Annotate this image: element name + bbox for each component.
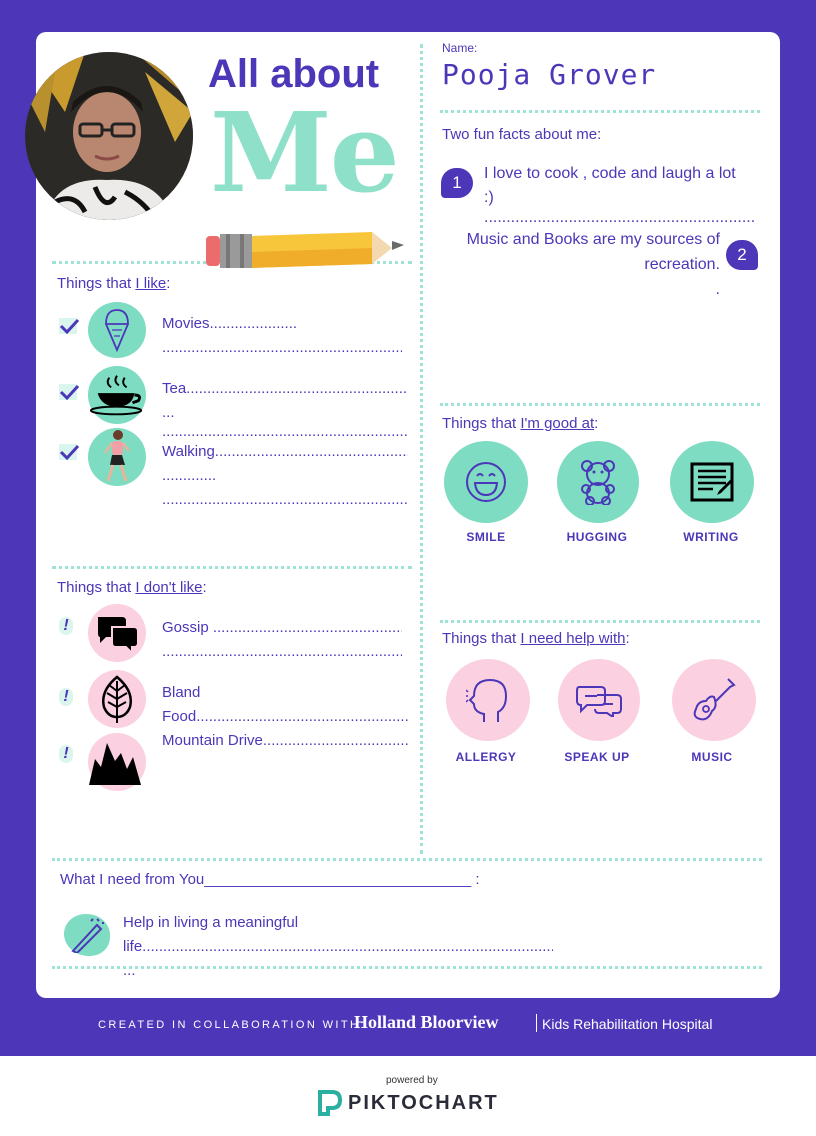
page-title-me: Me <box>210 88 400 217</box>
check-icon <box>59 318 80 335</box>
like-3-line-1: Walking.................................… <box>162 443 408 460</box>
pencil-icon <box>206 230 406 275</box>
like-item-2: Tea.....................................… <box>162 377 408 439</box>
fact-number-2: 2 <box>737 245 747 264</box>
fact-2-line-3: . <box>715 281 720 298</box>
fact-1-line-3: ........................................… <box>484 210 754 226</box>
exclamation-icon: ! <box>59 617 73 635</box>
divider-name-bottom <box>440 110 760 113</box>
likes-heading-suffix: : <box>166 275 171 292</box>
guitar-icon <box>672 659 756 741</box>
walking-person-icon <box>88 428 146 486</box>
fact-badge-1: 1 <box>441 168 473 198</box>
writing-icon <box>670 441 754 523</box>
skill-label-smile: SMILE <box>466 530 506 544</box>
exclamation-icon: ! <box>59 688 73 706</box>
leaf-icon <box>88 670 146 728</box>
fact-2-line-2: recreation. <box>644 256 720 273</box>
fact-1-line-2: :) <box>484 189 494 206</box>
divider-vertical <box>420 44 423 854</box>
help-with-heading-suffix: : <box>625 630 630 647</box>
dislike-item-2: Bland Food..............................… <box>162 681 408 729</box>
likes-heading: Things that I like: <box>57 275 170 292</box>
logo-divider <box>536 1014 537 1032</box>
like-item-1: Movies..................... ............… <box>162 312 402 360</box>
need-line-2: life....................................… <box>123 938 553 955</box>
piktochart-logo-icon <box>318 1090 343 1121</box>
fact-1-text: I love to cook , code and laugh a lot :)… <box>484 162 754 226</box>
like-1-line-2: ........................................… <box>162 339 402 356</box>
smile-icon <box>444 441 528 523</box>
hospital-name: Kids Rehabilitation Hospital <box>542 1016 713 1032</box>
need-text: Help in living a meaningful life........… <box>123 911 553 983</box>
help-with-heading-link: I need help with <box>520 630 626 647</box>
dislike-2-line-1: Bland <box>162 684 201 701</box>
like-2-line-2: ... <box>162 404 175 421</box>
dislike-2-line-2: Food....................................… <box>162 708 408 725</box>
head-sneeze-icon <box>446 659 530 741</box>
dislike-1-line-1: Gossip .................................… <box>162 619 402 636</box>
help-with-heading: Things that I need help with: <box>442 630 630 647</box>
mountains-icon <box>88 733 146 791</box>
speech-bubbles-icon <box>558 659 640 741</box>
good-at-heading-prefix: Things that <box>442 415 521 432</box>
like-2-line-3: ........................................… <box>162 425 408 439</box>
fun-facts-heading: Two fun facts about me: <box>442 126 602 143</box>
fact-2-line-1: Music and Books are my sources of <box>466 231 720 248</box>
likes-heading-prefix: Things that <box>57 275 136 292</box>
fact-badge-2: 2 <box>726 240 758 270</box>
dislike-3-line-1: Mountain Drive..........................… <box>162 732 408 749</box>
help-with-heading-prefix: Things that <box>442 630 521 647</box>
tea-cup-icon <box>88 366 146 424</box>
dislike-item-1: Gossip .................................… <box>162 616 402 664</box>
help-label-allergy: ALLERGY <box>455 750 517 764</box>
need-line-1: Help in living a meaningful <box>123 914 299 931</box>
divider-need-top <box>52 858 762 861</box>
name-value: Pooja Grover <box>442 58 657 91</box>
help-label-music: MUSIC <box>691 750 733 764</box>
divider-dislikes-top <box>52 566 412 569</box>
chat-bubbles-icon <box>88 604 146 662</box>
like-1-line-1: Movies..................... <box>162 315 298 332</box>
need-line-3: ... <box>123 962 136 979</box>
need-heading: What I need from You____________________… <box>60 871 480 888</box>
good-at-heading: Things that I'm good at: <box>442 415 598 432</box>
fact-2-text: Music and Books are my sources of recrea… <box>446 227 720 302</box>
help-label-speak-up: SPEAK UP <box>564 750 630 764</box>
collaboration-label: CREATED IN COLLABORATION WITH: <box>98 1019 366 1031</box>
skill-label-writing: WRITING <box>683 530 739 544</box>
exclamation-icon: ! <box>59 745 73 763</box>
skill-label-hugging: HUGGING <box>566 530 628 544</box>
like-3-line-2: ............. <box>162 467 217 484</box>
holland-bloorview-logo: Holland Bloorview <box>354 1012 499 1032</box>
fact-1-line-1: I love to cook , code and laugh a lot <box>484 165 736 182</box>
dislike-1-line-2: ........................................… <box>162 643 402 660</box>
name-label: Name: <box>442 41 478 55</box>
powered-by-label: powered by <box>386 1075 438 1086</box>
dislikes-heading-suffix: : <box>202 579 207 596</box>
check-icon <box>59 444 80 461</box>
avatar <box>25 52 193 220</box>
like-item-3: Walking.................................… <box>162 440 408 512</box>
likes-heading-link: I like <box>135 275 167 292</box>
magic-wand-icon <box>64 914 110 956</box>
check-icon <box>59 384 80 401</box>
like-3-line-3: ........................................… <box>162 491 408 508</box>
fact-number-1: 1 <box>452 173 462 192</box>
ice-cream-icon <box>88 302 146 358</box>
piktochart-brand: PIKTOCHART <box>348 1092 499 1114</box>
dislikes-heading-prefix: Things that <box>57 579 136 596</box>
teddy-bear-icon <box>557 441 639 523</box>
good-at-heading-link: I'm good at <box>520 415 595 432</box>
dislikes-heading-link: I don't like <box>135 579 203 596</box>
like-2-line-1: Tea.....................................… <box>162 380 408 397</box>
good-at-heading-suffix: : <box>594 415 599 432</box>
divider-help-top <box>440 620 760 623</box>
divider-goodat-top <box>440 403 760 406</box>
dislike-item-3: Mountain Drive..........................… <box>162 729 408 753</box>
dislikes-heading: Things that I don't like: <box>57 579 207 596</box>
